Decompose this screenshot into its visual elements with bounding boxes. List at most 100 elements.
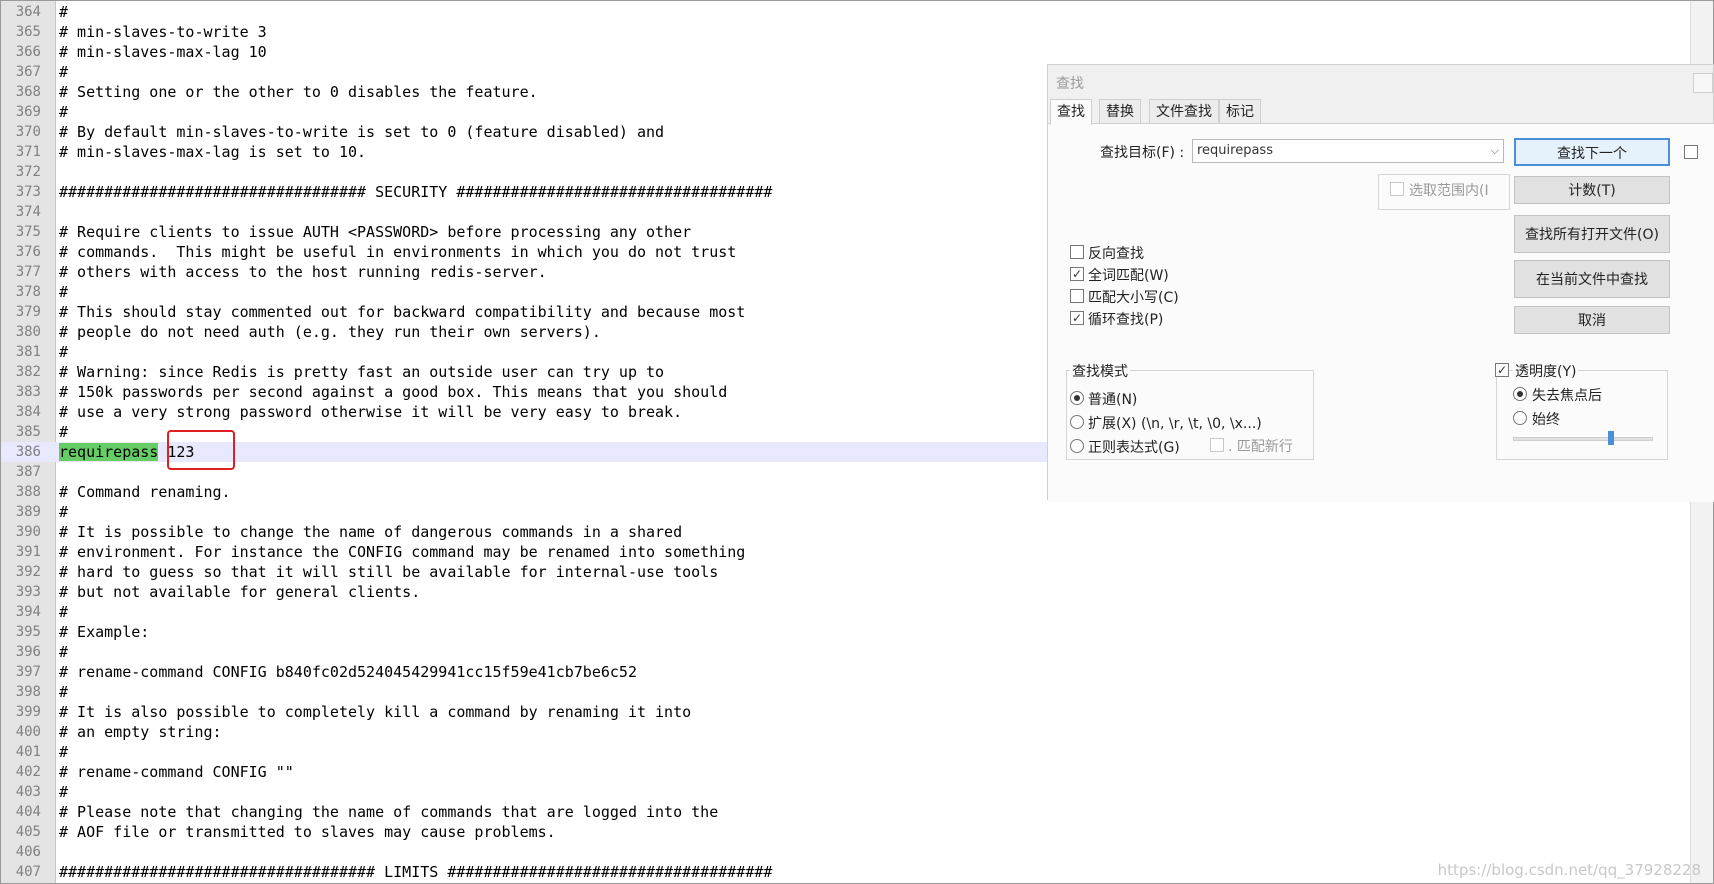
line-number: 373 (15, 184, 41, 200)
watermark: https://blog.csdn.net/qq_37928228 (1437, 861, 1701, 879)
line-text: # an empty string: (59, 723, 222, 741)
find-next-button[interactable]: 查找下一个 (1514, 138, 1670, 166)
line-number: 372 (15, 164, 41, 180)
editor-line[interactable]: 396 # (1, 642, 1691, 662)
on-lose-focus-radio[interactable] (1513, 387, 1527, 401)
editor-line[interactable]: 390 # It is possible to change the name o… (1, 522, 1691, 542)
in-selection-checkbox[interactable] (1390, 182, 1404, 196)
transparency-label: 透明度(Y) (1513, 361, 1579, 381)
line-number: 382 (15, 364, 41, 380)
transparency-slider-thumb[interactable] (1608, 431, 1614, 445)
line-number: 406 (15, 844, 41, 860)
line-text: # (59, 63, 69, 81)
line-text: # rename-command CONFIG b840fc02d5240454… (59, 663, 637, 681)
option-checkbox[interactable] (1070, 245, 1084, 259)
tab-mark[interactable]: 标记 (1219, 99, 1261, 123)
find-in-current-file-button[interactable]: 在当前文件中查找 (1514, 260, 1670, 298)
transparency-slider[interactable] (1513, 437, 1653, 441)
line-number: 384 (15, 404, 41, 420)
editor-line[interactable]: 398 # (1, 682, 1691, 702)
always-radio[interactable] (1513, 411, 1527, 425)
editor-line[interactable]: 399 # It is also possible to completely k… (1, 702, 1691, 722)
line-number: 386 (15, 444, 41, 460)
editor-line[interactable]: 366 # min-slaves-max-lag 10 (1, 42, 1691, 62)
mode-extended-label: 扩展(X) (\n, \r, \t, \0, \x...) (1088, 416, 1262, 432)
extra-checkbox[interactable] (1684, 145, 1698, 159)
line-number: 365 (15, 24, 41, 40)
cancel-button[interactable]: 取消 (1514, 306, 1670, 334)
line-number: 366 (15, 44, 41, 60)
line-number: 381 (15, 344, 41, 360)
line-text: # hard to guess so that it will still be… (59, 563, 719, 581)
mode-normal-radio[interactable] (1070, 391, 1084, 405)
find-target-combobox[interactable]: requirepass ⌵ (1192, 139, 1504, 163)
option-checkbox[interactable] (1070, 289, 1084, 303)
line-number: 401 (15, 744, 41, 760)
editor-line[interactable]: 395 # Example: (1, 622, 1691, 642)
line-number: 389 (15, 504, 41, 520)
line-text: # others with access to the host running… (59, 263, 547, 281)
editor-line[interactable]: 402 # rename-command CONFIG "" (1, 762, 1691, 782)
editor-line[interactable]: 392 # hard to guess so that it will still… (1, 562, 1691, 582)
option-checkbox[interactable]: ✓ (1070, 311, 1084, 325)
dot-newline-checkbox[interactable] (1210, 438, 1224, 452)
editor-line[interactable]: 400 # an empty string: (1, 722, 1691, 742)
editor-line[interactable]: 394 # (1, 602, 1691, 622)
line-text: # Example: (59, 623, 150, 641)
count-button[interactable]: 计数(T) (1514, 176, 1670, 204)
mode-regex-label: 正则表达式(G) (1088, 440, 1180, 456)
editor-line[interactable]: 391 # environment. For instance the CONFI… (1, 542, 1691, 562)
line-number: 395 (15, 624, 41, 640)
mode-extended-radio[interactable] (1070, 415, 1084, 429)
find-all-open-files-button[interactable]: 查找所有打开文件(O) (1514, 215, 1670, 253)
in-selection-label: 选取范围内(I (1409, 183, 1489, 199)
editor-line[interactable]: 364 # (1, 2, 1691, 22)
line-text: # min-slaves-max-lag is set to 10. (59, 143, 367, 161)
find-dialog[interactable]: 查找 查找 替换 文件查找 标记 查找目标(F) : requirepass ⌵… (1047, 64, 1714, 502)
line-number: 367 (15, 64, 41, 80)
annotation-highlight-box (167, 430, 235, 470)
transparency-checkbox[interactable]: ✓ (1495, 363, 1509, 377)
editor-line[interactable]: 393 # but not available for general clien… (1, 582, 1691, 602)
line-number: 383 (15, 384, 41, 400)
tab-find[interactable]: 查找 (1050, 99, 1092, 125)
line-text: # 150k passwords per second against a go… (59, 383, 728, 401)
close-icon[interactable] (1693, 73, 1713, 93)
line-number: 364 (15, 4, 41, 20)
editor-line[interactable]: 406 (1, 842, 1691, 862)
always-label: 始终 (1532, 412, 1560, 428)
line-text: # (59, 643, 69, 661)
chevron-down-icon[interactable]: ⌵ (1491, 140, 1499, 162)
line-number: 396 (15, 644, 41, 660)
line-number: 393 (15, 584, 41, 600)
editor-line[interactable]: 404 # Please note that changing the name … (1, 802, 1691, 822)
mode-regex-radio[interactable] (1070, 439, 1084, 453)
line-text: # Setting one or the other to 0 disables… (59, 83, 538, 101)
editor-line[interactable]: 403 # (1, 782, 1691, 802)
dot-newline-label: . 匹配新行 (1228, 439, 1293, 455)
line-number: 399 (15, 704, 41, 720)
line-text: # (59, 743, 69, 761)
option-checkbox[interactable]: ✓ (1070, 267, 1084, 281)
line-number: 404 (15, 804, 41, 820)
tab-find-in-files[interactable]: 文件查找 (1149, 99, 1219, 123)
line-text: # Require clients to issue AUTH <PASSWOR… (59, 223, 692, 241)
line-text: # min-slaves-to-write 3 (59, 23, 267, 41)
line-number: 407 (15, 864, 41, 880)
line-text: # By default min-slaves-to-write is set … (59, 123, 665, 141)
line-number: 388 (15, 484, 41, 500)
editor-line[interactable]: 397 # rename-command CONFIG b840fc02d5240… (1, 662, 1691, 682)
search-match-highlight: requirepass (59, 443, 159, 461)
editor-line[interactable]: 365 # min-slaves-to-write 3 (1, 22, 1691, 42)
line-text: # (59, 683, 69, 701)
dialog-title: 查找 (1056, 76, 1084, 92)
editor-line[interactable]: 405 # AOF file or transmitted to slaves m… (1, 822, 1691, 842)
line-text: # (59, 283, 69, 301)
tab-replace[interactable]: 替换 (1099, 99, 1141, 123)
line-number: 370 (15, 124, 41, 140)
line-text: # (59, 103, 69, 121)
line-text: # (59, 783, 69, 801)
editor-line[interactable]: 401 # (1, 742, 1691, 762)
editor-line[interactable]: 389 # (1, 502, 1691, 522)
option-label: 全词匹配(W) (1088, 268, 1169, 284)
